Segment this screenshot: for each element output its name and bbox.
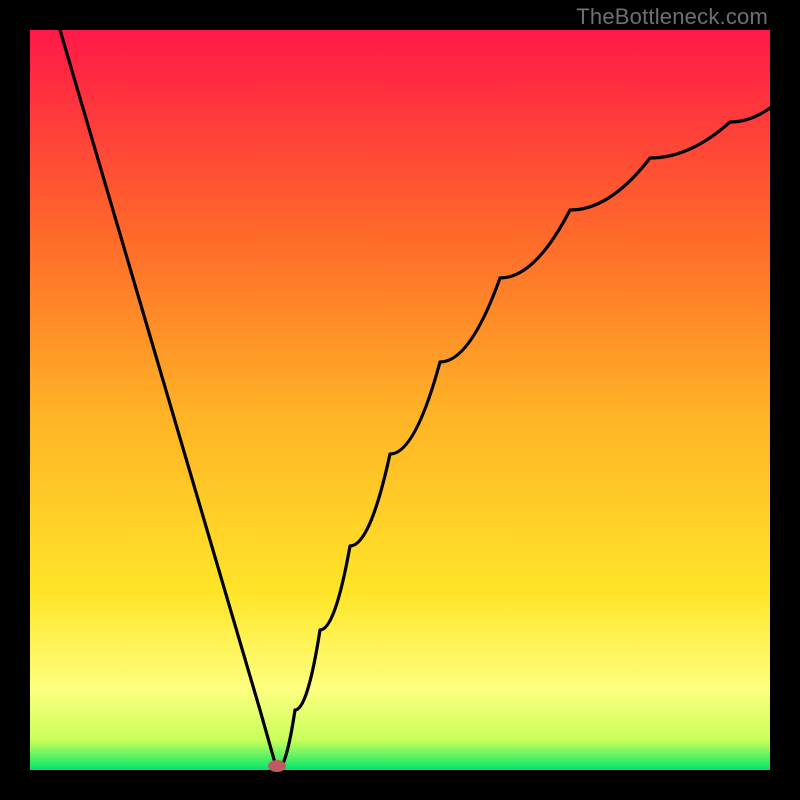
chart-svg [30, 30, 770, 770]
minimum-marker [268, 760, 286, 772]
chart-frame: TheBottleneck.com [0, 0, 800, 800]
watermark-text: TheBottleneck.com [576, 4, 768, 30]
plot-area [30, 30, 770, 770]
gradient-background [30, 30, 770, 770]
